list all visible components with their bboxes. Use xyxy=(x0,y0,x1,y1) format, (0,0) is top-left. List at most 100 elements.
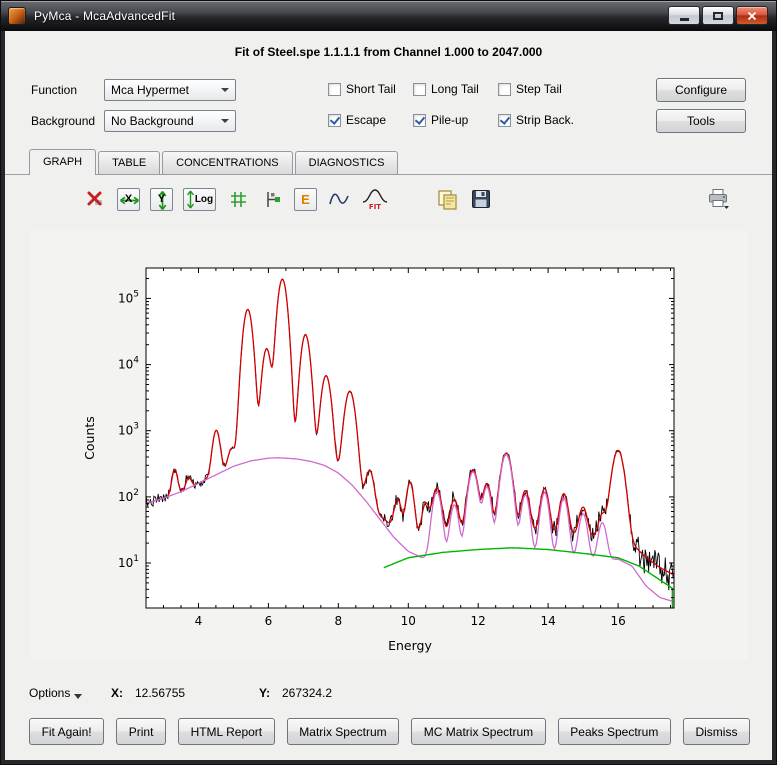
checkbox-label: Strip Back. xyxy=(516,113,574,127)
cursor-x-value: 12.56755 xyxy=(135,686,185,700)
window-controls xyxy=(668,6,768,25)
tab-concentrations[interactable]: CONCENTRATIONS xyxy=(162,151,292,174)
chevron-down-icon xyxy=(221,119,229,123)
graph-area[interactable]: 46810121416101102103104105EnergyCounts xyxy=(31,231,748,661)
marker-toggle-button[interactable] xyxy=(260,187,284,211)
function-label: Function xyxy=(31,83,77,97)
tools-button[interactable]: Tools xyxy=(656,109,746,133)
fit-again-button[interactable]: Fit Again! xyxy=(29,718,104,745)
tab-panel-border xyxy=(5,174,772,175)
close-button[interactable] xyxy=(736,6,768,25)
pymca-mca-advanced-fit-window: PyMca - McaAdvancedFit Fit of Steel.spe … xyxy=(0,0,777,765)
matrix-spectrum-button[interactable]: Matrix Spectrum xyxy=(287,718,400,745)
pymca-app-icon xyxy=(8,7,26,25)
checkbox-indicator xyxy=(413,114,426,127)
plot-toolbar: X Y Log xyxy=(83,181,752,217)
tab-table[interactable]: TABLE xyxy=(98,151,160,174)
red-cross-icon xyxy=(86,190,104,208)
minimize-button[interactable] xyxy=(668,6,700,25)
background-select[interactable]: No Background xyxy=(104,110,236,132)
tab-diagnostics[interactable]: DIAGNOSTICS xyxy=(295,151,399,174)
cursor-x-label: X: xyxy=(111,686,123,700)
close-icon xyxy=(747,11,757,21)
zoom-reset-button[interactable] xyxy=(83,187,107,211)
grid-icon xyxy=(230,191,247,208)
options-button[interactable]: Options xyxy=(29,686,82,700)
checkbox-label: Step Tail xyxy=(516,82,562,96)
minimize-icon xyxy=(680,18,689,21)
window-title: PyMca - McaAdvancedFit xyxy=(34,9,175,23)
fit-header-title: Fit of Steel.spe 1.1.1.1 from Channel 1.… xyxy=(5,45,772,59)
peaks-spectrum-button[interactable]: Peaks Spectrum xyxy=(558,718,671,745)
svg-text:104: 104 xyxy=(118,356,139,372)
checkbox-short-tail[interactable]: Short Tail xyxy=(328,82,396,96)
x-axis-label: X xyxy=(125,193,132,205)
configure-button[interactable]: Configure xyxy=(656,78,746,102)
svg-text:105: 105 xyxy=(118,289,139,305)
log-label: Log xyxy=(195,194,213,205)
tab-graph[interactable]: GRAPH xyxy=(29,149,96,175)
checkbox-label: Pile-up xyxy=(431,113,468,127)
svg-text:103: 103 xyxy=(118,422,139,438)
checkbox-label: Escape xyxy=(346,113,386,127)
checkbox-label: Long Tail xyxy=(431,82,479,96)
grid-toggle-button[interactable] xyxy=(226,187,250,211)
function-select[interactable]: Mca Hypermet xyxy=(104,79,236,101)
background-selected-value: No Background xyxy=(105,114,221,128)
fit-button[interactable]: FIT xyxy=(361,187,389,211)
background-label: Background xyxy=(31,114,95,128)
checkbox-step-tail[interactable]: Step Tail xyxy=(498,82,562,96)
derivative-button[interactable] xyxy=(327,187,351,211)
checkbox-escape[interactable]: Escape xyxy=(328,113,386,127)
checkbox-indicator xyxy=(413,83,426,96)
svg-text:14: 14 xyxy=(540,614,555,628)
checkbox-indicator xyxy=(328,114,341,127)
title-bar[interactable]: PyMca - McaAdvancedFit xyxy=(1,1,776,31)
save-button[interactable] xyxy=(469,187,493,211)
autoscale-x-button[interactable]: X xyxy=(117,188,140,211)
spectrum-plot[interactable]: 46810121416101102103104105EnergyCounts xyxy=(31,231,748,661)
checkbox-strip-background[interactable]: Strip Back. xyxy=(498,113,574,127)
chevron-down-icon xyxy=(74,694,82,699)
up-down-arrow-icon xyxy=(186,190,195,209)
svg-text:102: 102 xyxy=(118,488,139,504)
chevron-down-icon xyxy=(221,88,229,92)
svg-text:10: 10 xyxy=(401,614,416,628)
svg-text:12: 12 xyxy=(471,614,486,628)
svg-text:4: 4 xyxy=(195,614,203,628)
copy-button[interactable] xyxy=(435,187,459,211)
html-report-button[interactable]: HTML Report xyxy=(178,718,275,745)
energy-toggle-button[interactable]: E xyxy=(294,188,317,211)
maximize-button[interactable] xyxy=(702,6,734,25)
maximize-icon xyxy=(713,12,723,20)
fit-icon: FIT xyxy=(362,188,388,210)
print-button[interactable] xyxy=(706,187,730,211)
cursor-y-label: Y: xyxy=(259,686,270,700)
checkbox-indicator xyxy=(498,83,511,96)
function-selected-value: Mca Hypermet xyxy=(105,83,221,97)
checkbox-indicator xyxy=(328,83,341,96)
checkbox-label: Short Tail xyxy=(346,82,396,96)
tab-bar: GRAPH TABLE CONCENTRATIONS DIAGNOSTICS xyxy=(29,148,400,174)
checkbox-indicator xyxy=(498,114,511,127)
svg-text:101: 101 xyxy=(118,554,139,570)
log-scale-toggle-button[interactable]: Log xyxy=(183,188,216,211)
autoscale-y-button[interactable]: Y xyxy=(150,188,173,211)
options-label: Options xyxy=(29,686,70,700)
cursor-y-value: 267324.2 xyxy=(282,686,332,700)
svg-text:6: 6 xyxy=(265,614,273,628)
dismiss-button[interactable]: Dismiss xyxy=(683,718,750,745)
energy-label: E xyxy=(301,192,310,207)
print-report-button[interactable]: Print xyxy=(116,718,166,745)
checkbox-pile-up[interactable]: Pile-up xyxy=(413,113,468,127)
svg-text:Energy: Energy xyxy=(388,638,432,653)
save-icon xyxy=(471,189,491,209)
action-button-row: Fit Again! Print HTML Report Matrix Spec… xyxy=(29,718,750,745)
mc-matrix-spectrum-button[interactable]: MC Matrix Spectrum xyxy=(411,718,546,745)
checkbox-long-tail[interactable]: Long Tail xyxy=(413,82,479,96)
svg-text:16: 16 xyxy=(610,614,625,628)
svg-text:FIT: FIT xyxy=(369,203,381,210)
printer-icon xyxy=(707,188,730,210)
copy-icon xyxy=(437,189,458,210)
peak-markers-icon xyxy=(263,190,282,209)
